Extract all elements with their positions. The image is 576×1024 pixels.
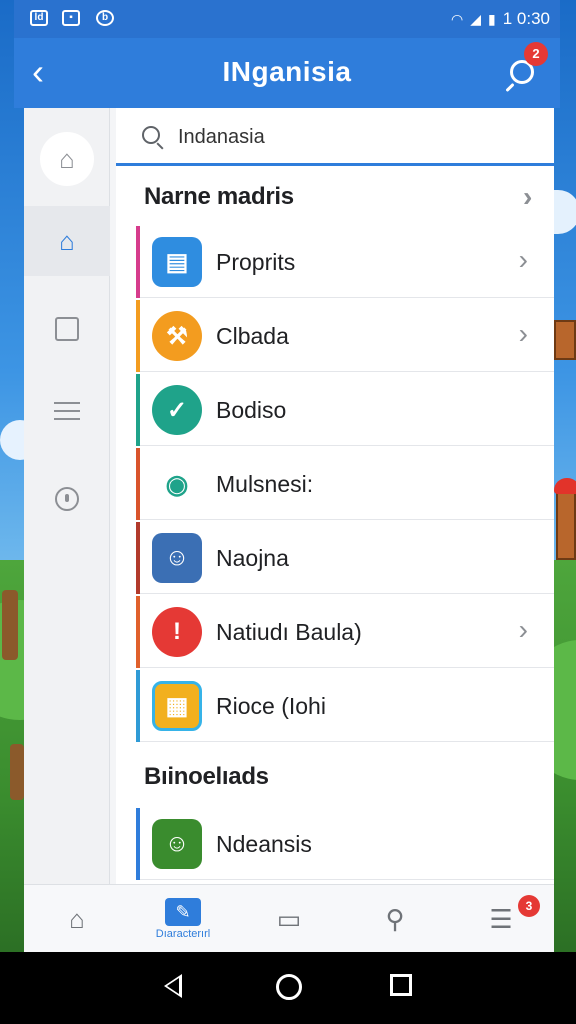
notification-badge: 2	[524, 42, 548, 66]
accent-bar	[136, 226, 140, 298]
accent-bar	[136, 596, 140, 668]
list-item-label: Mulsnesi:	[216, 471, 314, 497]
search-input[interactable]	[178, 122, 518, 152]
accent-bar	[136, 522, 140, 594]
signal-icon: ◢	[470, 10, 482, 27]
chevron-right-icon: ›	[518, 614, 528, 645]
battery-icon: ▮	[488, 10, 496, 27]
home-outline-icon[interactable]: ⌂	[40, 132, 94, 186]
tree-trunk	[2, 590, 18, 660]
brick-block	[554, 320, 576, 360]
accent-bar	[136, 448, 140, 520]
chevron-right-icon: ›	[518, 318, 528, 349]
recents-button[interactable]	[390, 974, 412, 996]
game-character-icon: ☺	[152, 533, 202, 583]
back-button[interactable]	[164, 974, 182, 998]
list-item-label: Natiudı Baula)	[216, 619, 362, 645]
nav-characters[interactable]: ✎ Dıaracterırl	[130, 885, 236, 953]
main-panel: ⌂ ⌂ Narne madris › ▤ Proprits ›	[24, 108, 554, 884]
section-header: Bıinoelıads	[116, 748, 554, 806]
nav-menu[interactable]: ☰	[448, 885, 554, 953]
list-item[interactable]: ▦ Rioce (Iohi	[136, 670, 554, 742]
search-bar[interactable]	[116, 108, 554, 166]
accent-bar	[136, 300, 140, 372]
magnifier-icon: ⚲	[385, 904, 405, 934]
content-list: Narne madris › ▤ Proprits › ⚒ Clbada › ✓…	[116, 108, 554, 884]
list-item-label: Bodiso	[216, 397, 287, 423]
section-header[interactable]: Narne madris ›	[116, 168, 554, 226]
list-item[interactable]: ✓ Bodiso	[136, 374, 554, 446]
status-bar: ld ▪ b ◠ ◢ ▮ 1 0:30	[14, 0, 560, 38]
home-icon: ⌂	[69, 904, 85, 934]
page-title: INganisia	[222, 56, 352, 87]
list-item[interactable]: ! Natiudı Baula) ›	[136, 596, 554, 668]
nav-home[interactable]: ⌂	[24, 885, 130, 953]
list-item[interactable]: ⚒ Clbada ›	[136, 300, 554, 372]
list-item[interactable]: ▤ Proprits ›	[136, 226, 554, 298]
home-circle-icon	[276, 974, 302, 1000]
pen-icon: ✎	[165, 898, 201, 926]
nav-box[interactable]: ▭	[236, 885, 342, 953]
tools-icon: ⚒	[152, 311, 202, 361]
accent-bar	[136, 374, 140, 446]
side-rail: ⌂ ⌂	[24, 108, 110, 884]
section-title: Bıinoelıads	[144, 763, 269, 790]
list-item[interactable]: ☺ Ndeansis	[136, 808, 554, 880]
list-item-label: Ndeansis	[216, 831, 312, 857]
bottom-navigation: ⌂ ✎ Dıaracterırl ▭ ⚲ ☰ 3	[24, 884, 554, 952]
list-item-label: Proprits	[216, 249, 296, 275]
activity-icon: ✓	[152, 385, 202, 435]
location-icon	[55, 487, 79, 511]
section-title: Narne madris	[144, 183, 294, 210]
menu-badge: 3	[518, 895, 540, 917]
list-item[interactable]: ◉ Mulsnesi:	[136, 448, 554, 520]
back-triangle-icon	[164, 974, 182, 998]
brick-block	[556, 490, 576, 560]
accent-bar	[136, 670, 140, 742]
list-item-label: Clbada	[216, 323, 289, 349]
list-item[interactable]: ☺ Naojna	[136, 522, 554, 594]
notification-icon: ld	[30, 10, 48, 26]
list-item-label: Naojna	[216, 545, 289, 571]
search-icon	[142, 126, 160, 144]
rail-item-location[interactable]	[24, 464, 110, 534]
alert-icon: !	[152, 607, 202, 657]
image-icon: ▪	[62, 10, 80, 26]
system-navigation-bar	[0, 952, 576, 1024]
rail-item-menu[interactable]	[24, 376, 110, 446]
box-icon: ▭	[276, 904, 302, 934]
rail-item-home[interactable]: ⌂	[24, 206, 110, 276]
chip-icon: ▦	[152, 681, 202, 731]
tree-trunk	[10, 744, 24, 800]
menu-icon: ☰	[489, 904, 513, 934]
game-character-icon: ☺	[152, 819, 202, 869]
square-icon	[55, 317, 79, 341]
wifi-icon: ◠	[451, 10, 464, 27]
home-icon: ⌂	[59, 225, 75, 256]
mushroom	[554, 478, 576, 494]
nav-search[interactable]: ⚲	[342, 885, 448, 953]
menu-icon	[54, 402, 80, 420]
status-time: 1 0:30	[502, 9, 550, 28]
recents-square-icon	[390, 974, 412, 996]
chevron-right-icon: ›	[518, 244, 528, 275]
nav-label: Dıaracterırl	[155, 928, 211, 940]
accent-bar	[136, 808, 140, 880]
eye-icon: ◉	[152, 459, 202, 509]
app-bar: ‹ INganisia 2	[14, 38, 560, 108]
list-item-label: Rioce (Iohi	[216, 693, 326, 719]
rail-item-square[interactable]	[24, 294, 110, 364]
messenger-icon: b	[96, 10, 114, 26]
document-icon: ▤	[152, 237, 202, 287]
home-button[interactable]	[276, 974, 302, 1000]
chevron-right-icon: ›	[522, 181, 532, 212]
